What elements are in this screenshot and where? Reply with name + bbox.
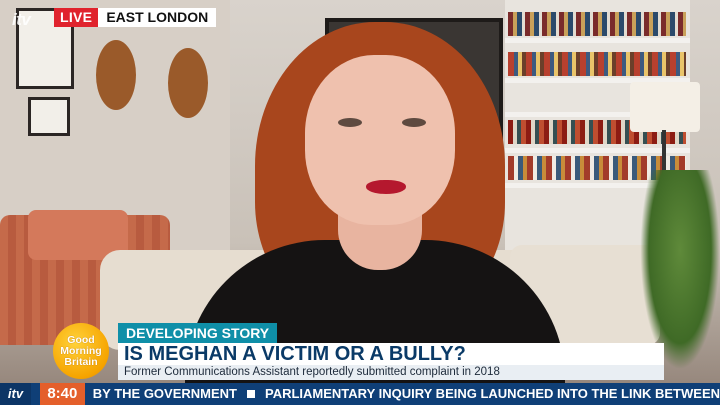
- good-morning-britain-logo: Good Morning Britain: [53, 323, 109, 379]
- presenter-eye: [338, 118, 362, 127]
- logo-line-2: Morning: [60, 344, 102, 357]
- headline: IS MEGHAN A VICTIM OR A BULLY?: [118, 343, 664, 365]
- location-label: EAST LONDON: [98, 8, 217, 27]
- news-ticker: itv 8:40 BY THE GOVERNMENT PARLIAMENTARY …: [0, 383, 720, 405]
- house-plant: [640, 170, 720, 370]
- books-row: [508, 52, 686, 76]
- wall-picture-small: [28, 97, 70, 136]
- live-badge: LIVE: [54, 8, 99, 27]
- headline-subtitle: Former Communications Assistant reported…: [118, 365, 664, 380]
- presenter-face: [305, 55, 455, 225]
- presenter-mouth: [366, 180, 406, 194]
- presenter-eye: [402, 118, 426, 127]
- live-bug: LIVE EAST LONDON: [54, 8, 217, 27]
- logo-line-3: Britain: [64, 355, 98, 368]
- ticker-text: BY THE GOVERNMENT PARLIAMENTARY INQUIRY B…: [93, 383, 720, 405]
- ticker-item: PARLIAMENTARY INQUIRY BEING LAUNCHED INT…: [264, 386, 720, 401]
- ticker-item: BY THE GOVERNMENT: [92, 386, 237, 401]
- itv-watermark-logo: itv: [12, 10, 31, 29]
- books-row: [508, 12, 686, 36]
- floor-lamp-shade: [630, 82, 700, 132]
- logo-line-1: Good: [67, 333, 95, 346]
- ticker-clock: 8:40: [39, 383, 85, 405]
- ticker-itv-logo: itv: [0, 383, 31, 405]
- developing-story-label: DEVELOPING STORY: [118, 323, 278, 343]
- shelf-board: [505, 38, 690, 43]
- guitar: [96, 40, 136, 110]
- ticker-separator-icon: [246, 390, 255, 399]
- guitar: [168, 48, 208, 118]
